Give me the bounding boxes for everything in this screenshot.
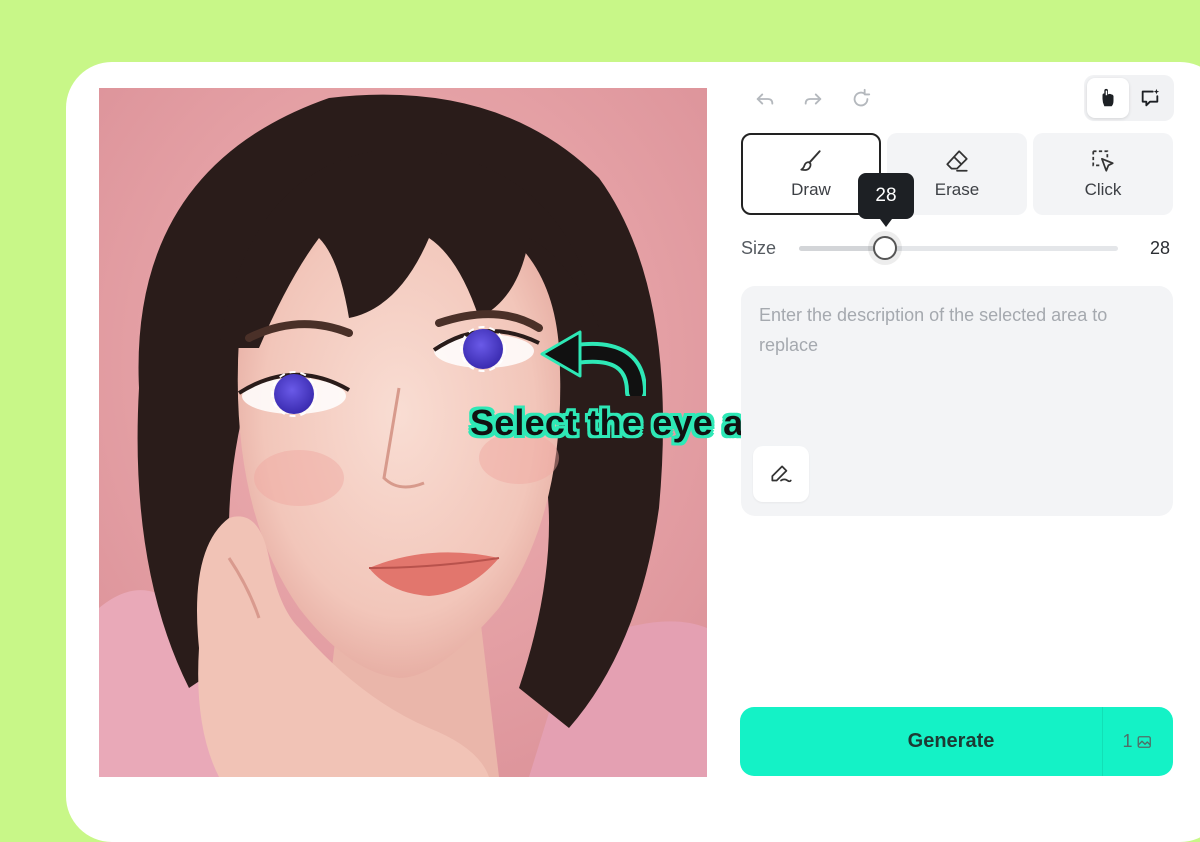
selection-tools: Draw Erase Click <box>741 133 1173 215</box>
generate-cost: 1 <box>1102 707 1173 776</box>
size-value: 28 <box>1150 238 1171 258</box>
curved-arrow-icon <box>540 330 646 396</box>
ai-chat-mode-button[interactable] <box>1129 78 1171 118</box>
click-tool-button[interactable]: Click <box>1033 133 1173 215</box>
brush-icon <box>800 150 821 171</box>
redo-button[interactable] <box>800 86 826 112</box>
size-slider-thumb[interactable] <box>873 236 898 260</box>
hand-cursor-icon <box>1102 88 1114 107</box>
draw-tool-label: Draw <box>791 180 831 199</box>
generate-label: Generate <box>907 730 995 752</box>
size-slider[interactable] <box>799 236 1118 260</box>
click-tool-label: Click <box>1084 180 1122 199</box>
chat-sparkle-icon <box>1141 88 1160 107</box>
reset-button[interactable] <box>848 86 874 112</box>
right-eye-mask <box>463 329 503 369</box>
manual-mode-button[interactable] <box>1087 78 1129 118</box>
eraser-icon <box>946 150 968 172</box>
undo-icon <box>756 93 774 105</box>
prompt-edit-button[interactable] <box>753 446 809 502</box>
redo-icon <box>804 93 822 105</box>
erase-tool-label: Erase <box>934 180 980 199</box>
history-controls <box>752 86 874 112</box>
image-credit-icon <box>1137 735 1151 748</box>
prompt-box <box>741 286 1173 516</box>
click-select-icon <box>1092 150 1114 172</box>
size-label: Size <box>741 238 777 258</box>
pen-edit-icon <box>771 465 792 483</box>
generate-button[interactable]: Generate 1 <box>740 707 1173 776</box>
mode-toggle <box>1084 75 1174 121</box>
reset-icon <box>853 88 871 107</box>
size-tooltip: 28 <box>858 173 914 227</box>
prompt-input[interactable] <box>759 300 1155 440</box>
cost-value: 1 <box>1122 731 1133 751</box>
undo-button[interactable] <box>752 86 778 112</box>
left-eye-mask <box>274 374 314 414</box>
